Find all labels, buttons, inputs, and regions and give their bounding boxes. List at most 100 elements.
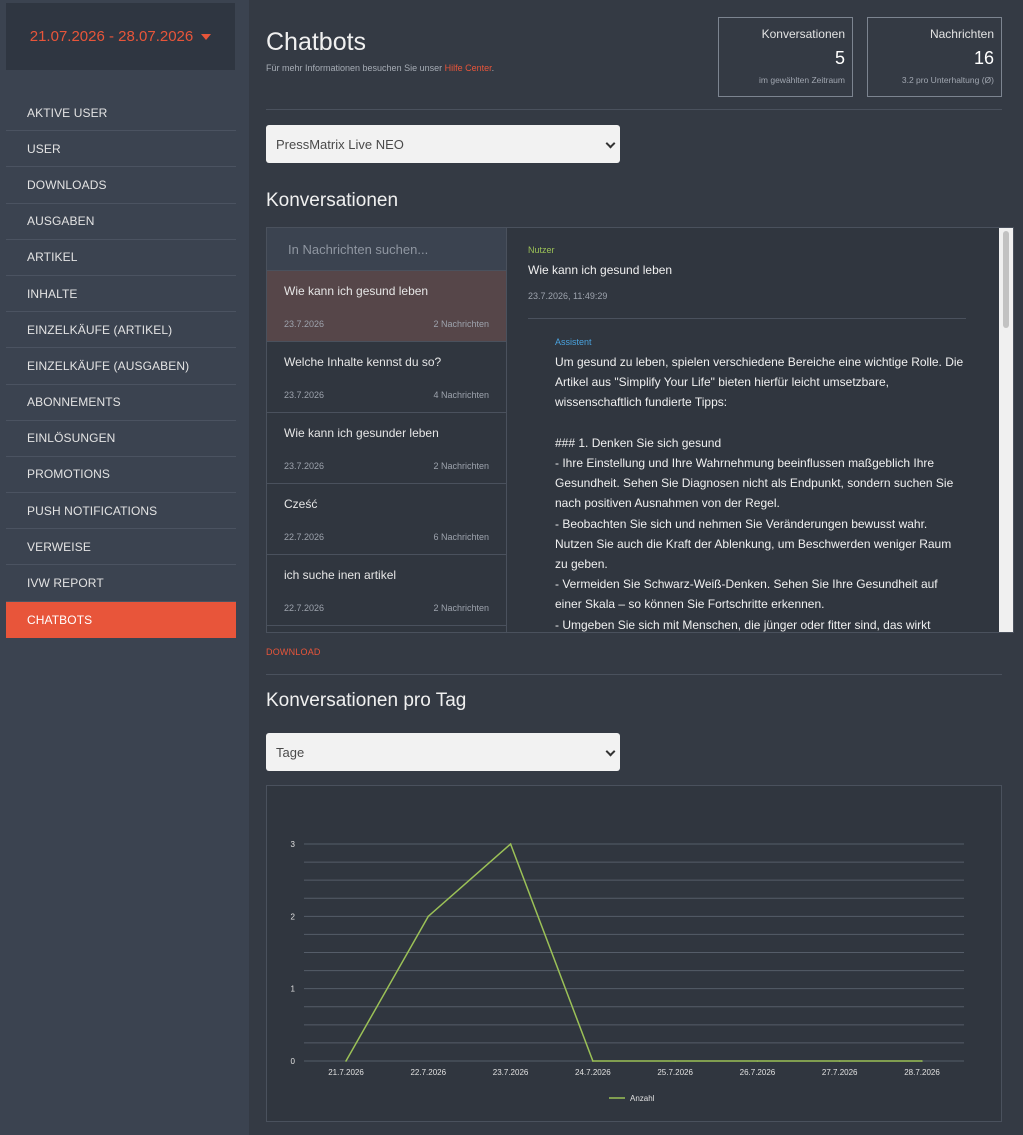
user-role-label: Nutzer bbox=[528, 245, 555, 255]
sidebar-item-label: EINZELKÄUFE (ARTIKEL) bbox=[27, 322, 173, 337]
assistant-role-label: Assistent bbox=[555, 337, 592, 347]
stat-messages-label: Nachrichten bbox=[929, 27, 994, 41]
sidebar-item-aktive-user[interactable]: AKTIVE USER bbox=[6, 95, 236, 132]
sidebar-item-einzelkaeufe-ausgaben[interactable]: EINZELKÄUFE (AUSGABEN) bbox=[6, 348, 236, 385]
bot-select[interactable]: PressMatrix Live NEO bbox=[266, 125, 620, 163]
conversation-date: 23.7.2026 bbox=[284, 461, 325, 471]
help-center-link[interactable]: Hilfe Center bbox=[445, 63, 492, 73]
download-link[interactable]: DOWNLOAD bbox=[266, 647, 321, 657]
chevron-down-icon bbox=[605, 746, 616, 757]
caret-down-icon bbox=[201, 33, 212, 40]
message-search-input[interactable]: In Nachrichten suchen... bbox=[267, 228, 506, 271]
sidebar-item-einzelkaeufe-artikel[interactable]: EINZELKÄUFE (ARTIKEL) bbox=[6, 312, 236, 349]
sidebar-item-label: INHALTE bbox=[27, 286, 78, 301]
sidebar-item-chatbots[interactable]: CHATBOTS bbox=[6, 601, 236, 638]
conversation-question: Welche Inhalte kennst du so? bbox=[284, 355, 442, 369]
conversation-question: Wie kann ich gesund leben bbox=[284, 284, 429, 298]
page-subtitle: Für mehr Informationen besuchen Sie unse… bbox=[266, 63, 494, 73]
conversation-list-item[interactable]: Cześć 22.7.2026 6 Nachrichten bbox=[267, 484, 506, 555]
conversation-list: In Nachrichten suchen... Wie kann ich ge… bbox=[267, 228, 507, 632]
stat-messages-sub: 3.2 pro Unterhaltung (Ø) bbox=[901, 75, 994, 85]
period-select[interactable]: Tage bbox=[266, 733, 620, 771]
date-range-label: 21.07.2026 - 28.07.2026 bbox=[29, 28, 194, 45]
y-tick-label: 2 bbox=[291, 912, 296, 921]
sidebar-item-einloesungen[interactable]: EINLÖSUNGEN bbox=[6, 421, 236, 457]
chevron-down-icon bbox=[605, 138, 616, 149]
sidebar-item-artikel[interactable]: ARTIKEL bbox=[6, 240, 236, 276]
date-range-picker[interactable]: 21.07.2026 - 28.07.2026 bbox=[6, 3, 235, 70]
y-tick-label: 0 bbox=[291, 1057, 296, 1066]
conversations-heading: Konversationen bbox=[266, 190, 399, 211]
conversation-date: 23.7.2026 bbox=[284, 390, 325, 400]
x-tick-label: 25.7.2026 bbox=[657, 1068, 693, 1077]
conversation-message-count: 6 Nachrichten bbox=[433, 532, 489, 542]
sidebar-item-label: CHATBOTS bbox=[27, 612, 93, 627]
main-content: Chatbots Für mehr Informationen besuchen… bbox=[249, 0, 1023, 1135]
x-tick-label: 23.7.2026 bbox=[493, 1068, 529, 1077]
sidebar-item-verweise[interactable]: VERWEISE bbox=[6, 529, 236, 566]
data-point bbox=[921, 1060, 923, 1062]
sidebar-item-label: EINZELKÄUFE (AUSGABEN) bbox=[27, 358, 190, 373]
conversation-list-item[interactable]: ich suche inen artikel 22.7.2026 2 Nachric… bbox=[267, 555, 506, 626]
sidebar-nav: AKTIVE USER USER DOWNLOADS AUSGABEN ARTIKEL I… bbox=[6, 95, 236, 638]
conversations-per-day-chart: 0 1 2 3 21.7.2026 22.7.2026 23.7.2026 24.7.2026… bbox=[266, 785, 1002, 1122]
legend-label: Anzahl bbox=[630, 1094, 655, 1103]
x-tick-label: 27.7.2026 bbox=[822, 1068, 858, 1077]
conversation-detail: Nutzer Wie kann ich gesund leben 23.7.20… bbox=[508, 228, 1000, 632]
conversations-panel: In Nachrichten suchen... Wie kann ich ge… bbox=[266, 227, 1014, 633]
divider bbox=[266, 109, 1002, 110]
sidebar-item-label: EINLÖSUNGEN bbox=[27, 431, 116, 446]
sidebar-item-label: ABONNEMENTS bbox=[27, 395, 121, 410]
sidebar-item-label: AUSGABEN bbox=[27, 214, 95, 229]
data-point bbox=[345, 1060, 347, 1062]
data-point bbox=[674, 1060, 676, 1062]
conversation-question: ich suche inen artikel bbox=[284, 568, 397, 582]
chart-svg: 0 1 2 3 21.7.2026 22.7.2026 23.7.2026 24.7.2026… bbox=[291, 840, 964, 1103]
sidebar-item-promotions[interactable]: PROMOTIONS bbox=[6, 457, 236, 494]
user-message-time: 23.7.2026, 11:49:29 bbox=[528, 291, 608, 301]
data-point bbox=[592, 1060, 594, 1062]
data-point bbox=[427, 915, 430, 918]
sidebar-item-push-notifications[interactable]: PUSH NOTIFICATIONS bbox=[6, 493, 236, 530]
sidebar: 21.07.2026 - 28.07.2026 AKTIVE USER USER D… bbox=[0, 0, 249, 1135]
sidebar-item-ivw-report[interactable]: IVW REPORT bbox=[6, 565, 236, 602]
sidebar-item-label: AKTIVE USER bbox=[27, 105, 108, 120]
subtitle-text: Für mehr Informationen besuchen Sie unse… bbox=[266, 63, 445, 73]
stat-conversations: Konversationen 5 im gewählten Zeitraum bbox=[718, 17, 853, 97]
sidebar-item-label: PUSH NOTIFICATIONS bbox=[27, 503, 158, 518]
conversation-list-item[interactable]: Wie kann ich gesunder leben 23.7.2026 2 Na… bbox=[267, 413, 506, 484]
x-tick-label: 21.7.2026 bbox=[328, 1068, 364, 1077]
per-day-heading: Konversationen pro Tag bbox=[266, 690, 467, 711]
y-tick-label: 3 bbox=[291, 840, 296, 849]
conversation-date: 23.7.2026 bbox=[284, 319, 325, 329]
conversation-message-count: 2 Nachrichten bbox=[433, 461, 489, 471]
conversation-list-item[interactable]: Welche Inhalte kennst du so? 23.7.2026 4 N… bbox=[267, 342, 506, 413]
conversation-message-count: 2 Nachrichten bbox=[433, 603, 489, 613]
sidebar-item-abonnements[interactable]: ABONNEMENTS bbox=[6, 385, 236, 421]
sidebar-item-ausgaben[interactable]: AUSGABEN bbox=[6, 204, 236, 240]
assistant-message: Um gesund zu leben, spielen verschiedene… bbox=[555, 355, 964, 632]
data-point bbox=[509, 843, 512, 845]
stat-conversations-sub: im gewählten Zeitraum bbox=[759, 75, 845, 85]
conversation-date: 22.7.2026 bbox=[284, 532, 325, 542]
conversation-list-item[interactable]: Wie kann ich gesund leben 23.7.2026 2 Nach… bbox=[267, 271, 506, 342]
x-tick-label: 22.7.2026 bbox=[410, 1068, 446, 1077]
conversation-question: Wie kann ich gesunder leben bbox=[284, 426, 439, 440]
sidebar-item-label: PROMOTIONS bbox=[27, 467, 111, 482]
sidebar-item-user[interactable]: USER bbox=[6, 131, 236, 168]
conversation-date: 22.7.2026 bbox=[284, 603, 325, 613]
sidebar-item-inhalte[interactable]: INHALTE bbox=[6, 276, 236, 313]
message-divider bbox=[528, 318, 966, 319]
sidebar-item-downloads[interactable]: DOWNLOADS bbox=[6, 167, 236, 204]
conversation-message-count: 4 Nachrichten bbox=[433, 390, 489, 400]
detail-scrollbar[interactable] bbox=[999, 228, 1013, 632]
page-title: Chatbots bbox=[266, 28, 367, 56]
bot-select-value: PressMatrix Live NEO bbox=[276, 136, 404, 152]
stat-conversations-value: 5 bbox=[834, 48, 845, 68]
scrollbar-thumb[interactable] bbox=[1003, 231, 1009, 328]
period-select-value: Tage bbox=[276, 744, 305, 760]
sidebar-item-label: ARTIKEL bbox=[27, 250, 78, 265]
stat-conversations-label: Konversationen bbox=[761, 27, 845, 41]
data-point bbox=[838, 1060, 841, 1062]
y-tick-label: 1 bbox=[291, 985, 296, 994]
